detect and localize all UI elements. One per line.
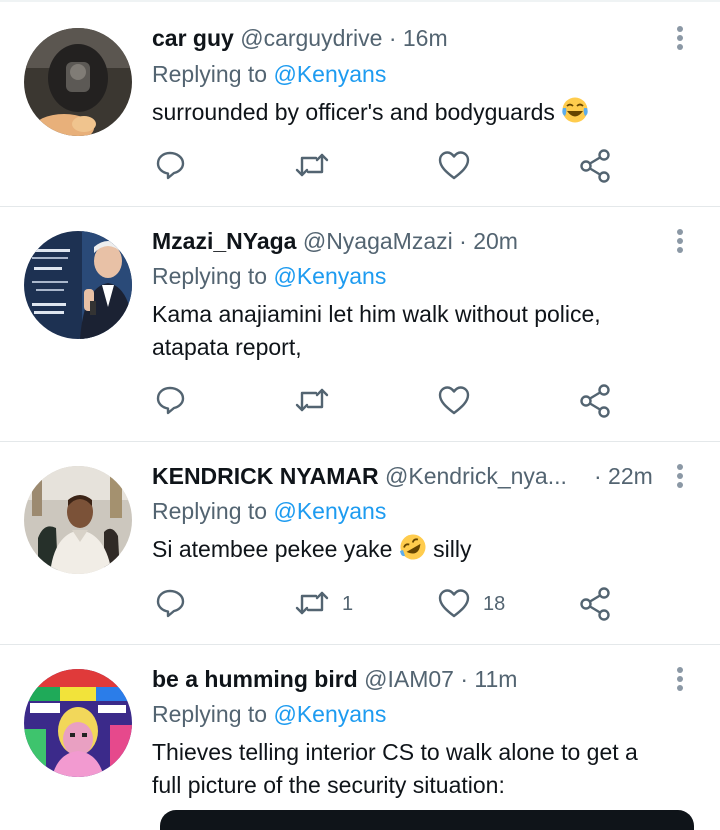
timestamp[interactable]: · 16m [389, 25, 448, 51]
display-name[interactable]: Mzazi_NYaga [152, 228, 296, 254]
retweet-icon [295, 153, 329, 177]
replying-to: Replying to @Kenyans [152, 260, 386, 292]
like-button[interactable] [437, 383, 471, 419]
tweet-text-content: surrounded by officer's and bodyguards [152, 99, 555, 125]
timestamp[interactable]: · 11m [460, 666, 517, 692]
retweet-icon [295, 591, 329, 615]
avatar[interactable] [24, 669, 132, 777]
replying-to-label: Replying to [152, 498, 268, 524]
share-button[interactable] [578, 383, 612, 419]
heart-icon [438, 151, 470, 180]
reply-icon [156, 151, 185, 180]
replying-to: Replying to @Kenyans [152, 698, 386, 730]
media-preview[interactable] [160, 810, 694, 830]
replying-to-label: Replying to [152, 701, 268, 727]
tweet-text-line: full picture of the security situation: [152, 772, 505, 798]
reply-icon [156, 386, 185, 415]
share-button[interactable] [578, 148, 612, 184]
like-button[interactable] [437, 148, 471, 184]
tweet-text: Kama anajiamini let him walk without pol… [152, 298, 692, 364]
tweet-item[interactable]: Mzazi_NYaga @NyagaMzazi · 20m Replying t… [0, 207, 720, 442]
avatar[interactable] [24, 28, 132, 136]
reply-button[interactable] [156, 586, 190, 622]
timestamp[interactable]: · 22m [594, 463, 653, 489]
display-name[interactable]: KENDRICK NYAMAR [152, 463, 379, 489]
replying-to: Replying to @Kenyans [152, 58, 386, 90]
tweet-header-time: · 22m [594, 460, 653, 492]
user-handle[interactable]: @NyagaMzazi [303, 228, 453, 254]
reply-button[interactable] [156, 383, 190, 419]
share-icon [580, 587, 610, 621]
replying-to-label: Replying to [152, 263, 268, 289]
tweet-text-line: Thieves telling interior CS to walk alon… [152, 739, 638, 765]
replying-to-handle[interactable]: @Kenyans [273, 61, 386, 87]
tweet-header: car guy @carguydrive · 16m [152, 22, 448, 54]
heart-icon [438, 589, 470, 618]
user-handle[interactable]: @IAM07 [364, 666, 454, 692]
share-button[interactable] [578, 586, 612, 622]
more-vertical-icon[interactable] [668, 225, 692, 257]
replying-to: Replying to @Kenyans [152, 495, 386, 527]
replying-to-handle[interactable]: @Kenyans [273, 263, 386, 289]
display-name[interactable]: be a humming bird [152, 666, 358, 692]
tweet-text: Thieves telling interior CS to walk alon… [152, 736, 692, 802]
tweet-text-line: atapata report, [152, 334, 302, 360]
tweet-text-line: Kama anajiamini let him walk without pol… [152, 301, 601, 327]
avatar[interactable] [24, 231, 132, 339]
share-icon [580, 384, 610, 418]
retweet-button[interactable] [294, 383, 330, 419]
user-handle[interactable]: @Kendrick_nya... [385, 463, 567, 489]
rolling-on-the-floor-laughing-icon [399, 533, 427, 570]
tweet-text: Si atembee pekee yake silly [152, 533, 692, 570]
retweet-count: 1 [342, 592, 354, 615]
tweet-text-content: Si atembee pekee yake [152, 536, 393, 562]
share-icon [580, 149, 610, 183]
display-name[interactable]: car guy [152, 25, 234, 51]
reply-icon [156, 589, 185, 618]
avatar[interactable] [24, 466, 132, 574]
replying-to-label: Replying to [152, 61, 268, 87]
more-vertical-icon[interactable] [668, 663, 692, 695]
tweet-item[interactable]: KENDRICK NYAMAR @Kendrick_nya... · 22m R… [0, 442, 720, 645]
retweet-button[interactable] [294, 148, 330, 184]
tweet-text: surrounded by officer's and bodyguards [152, 96, 692, 133]
more-vertical-icon[interactable] [668, 22, 692, 54]
tweet-text-content: silly [433, 536, 472, 562]
timestamp[interactable]: · 20m [459, 228, 518, 254]
tweet-header: Mzazi_NYaga @NyagaMzazi · 20m [152, 225, 518, 257]
reply-button[interactable] [156, 148, 190, 184]
like-count: 18 [483, 592, 506, 615]
retweet-button[interactable]: 1 [294, 586, 353, 622]
tweet-item[interactable]: car guy @carguydrive · 16m Replying to @… [0, 2, 720, 207]
retweet-icon [295, 388, 329, 412]
tweet-header: be a humming bird @IAM07 · 11m [152, 663, 517, 695]
like-button[interactable]: 18 [437, 586, 505, 622]
more-vertical-icon[interactable] [668, 460, 692, 492]
user-handle[interactable]: @carguydrive [240, 25, 382, 51]
face-with-tears-of-joy-icon [561, 96, 589, 133]
tweet-header: KENDRICK NYAMAR @Kendrick_nya... [152, 460, 567, 492]
heart-icon [438, 386, 470, 415]
tweet-item[interactable]: be a humming bird @IAM07 · 11m Replying … [0, 645, 720, 816]
replying-to-handle[interactable]: @Kenyans [273, 498, 386, 524]
replying-to-handle[interactable]: @Kenyans [273, 701, 386, 727]
